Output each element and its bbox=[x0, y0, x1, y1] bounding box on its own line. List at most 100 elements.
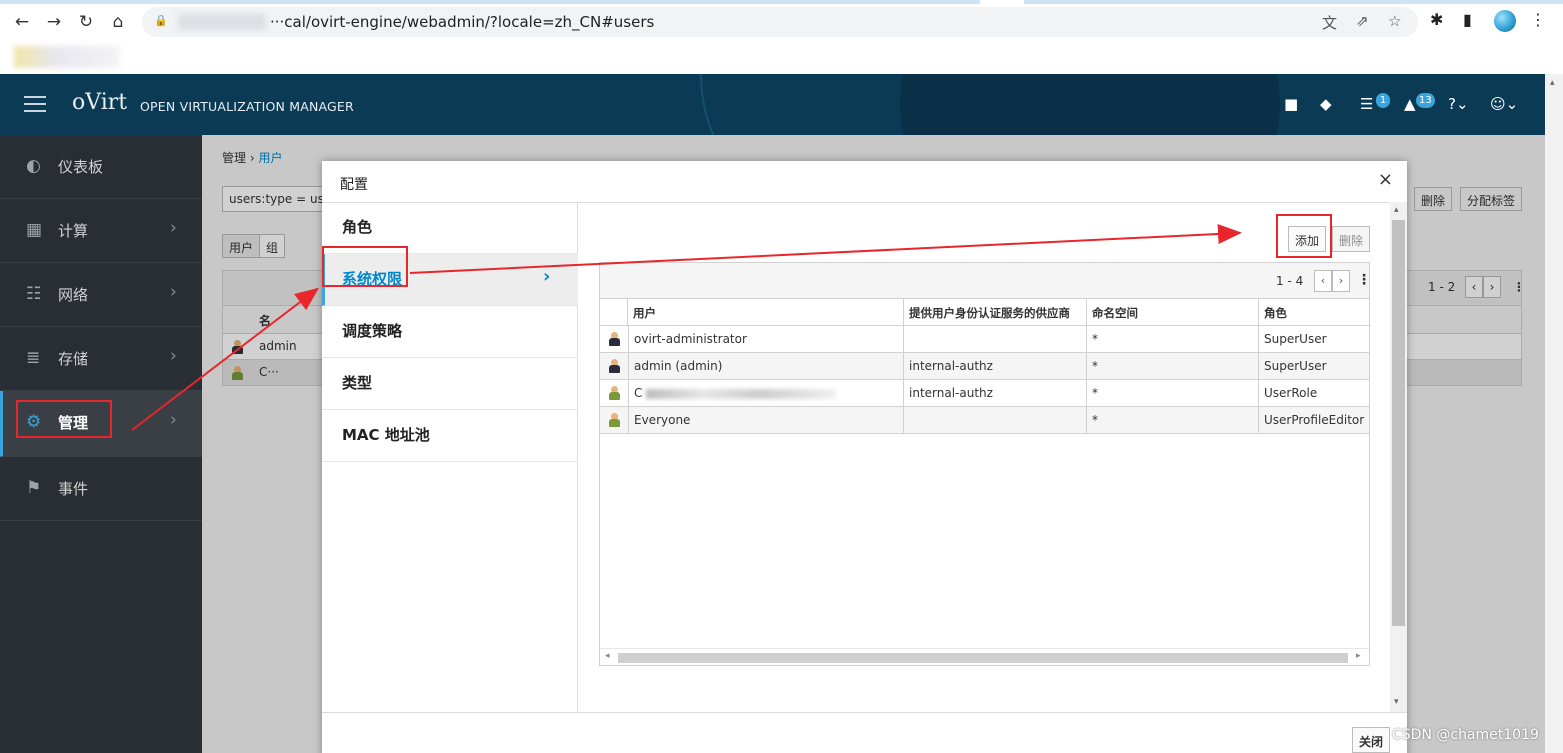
dialog-title: 配置 bbox=[340, 177, 368, 193]
sidebar-item-label: 计算 bbox=[58, 222, 89, 240]
chevron-right-icon: › bbox=[170, 346, 177, 366]
sidebar-item-dashboard[interactable]: ◐ 仪表板 bbox=[0, 135, 202, 199]
sidebar-item-label: 网络 bbox=[58, 286, 89, 304]
cell-role: SuperUser bbox=[1264, 332, 1327, 346]
tag-icon[interactable]: ◆ bbox=[1320, 95, 1332, 113]
pager-menu-icon[interactable]: ⋮ bbox=[1357, 272, 1371, 288]
column-header-role[interactable]: 角色 bbox=[1259, 299, 1369, 325]
close-icon[interactable]: × bbox=[1378, 169, 1393, 190]
network-icon: ☷ bbox=[26, 284, 42, 304]
scroll-left-icon[interactable]: ◂ bbox=[605, 651, 610, 661]
tasks-icon[interactable]: ☰ bbox=[1360, 95, 1373, 113]
icon-column-header bbox=[600, 299, 628, 325]
sidebar-item-events[interactable]: ⚑ 事件 bbox=[0, 457, 202, 521]
flag-icon: ⚑ bbox=[26, 478, 42, 498]
back-icon[interactable]: ← bbox=[10, 10, 34, 34]
header-decoration bbox=[900, 74, 1280, 135]
bookmark-icon[interactable]: ■ bbox=[1284, 95, 1298, 113]
share-icon[interactable]: ⇗ bbox=[1356, 12, 1369, 30]
cell-namespace: * bbox=[1087, 407, 1259, 433]
close-button[interactable]: 关闭 bbox=[1352, 727, 1391, 753]
browser-menu-icon[interactable]: ⋮ bbox=[1530, 10, 1546, 29]
table-row[interactable]: C internal-authz * UserRole bbox=[600, 380, 1369, 407]
table-row[interactable]: Everyone * UserProfileEditor bbox=[600, 407, 1369, 434]
scroll-up-icon[interactable]: ▴ bbox=[1394, 205, 1399, 215]
column-header-namespace[interactable]: 命名空间 bbox=[1087, 299, 1259, 325]
remove-button[interactable]: 删除 bbox=[1332, 226, 1371, 252]
sidebar-item-network[interactable]: ☷ 网络 › bbox=[0, 263, 202, 327]
bell-icon[interactable]: ▲ bbox=[1404, 95, 1416, 113]
table-row[interactable]: ovirt-administrator * SuperUser bbox=[600, 326, 1369, 353]
chevron-right-icon: › bbox=[170, 282, 177, 302]
cell-provider bbox=[904, 326, 1087, 352]
tab-scheduling-policies[interactable]: 调度策略 bbox=[322, 306, 578, 358]
group-user-icon bbox=[608, 413, 620, 427]
pager-next-button[interactable]: › bbox=[1332, 270, 1350, 292]
translate-icon[interactable]: 文 bbox=[1322, 12, 1337, 33]
cell-role: SuperUser bbox=[1264, 359, 1327, 373]
cell-namespace: * bbox=[1087, 380, 1259, 406]
blurred-user-name bbox=[646, 388, 837, 399]
tab-strip bbox=[0, 0, 1563, 4]
help-icon[interactable]: ?⌄ bbox=[1448, 95, 1469, 113]
tab-label: 角色 bbox=[342, 218, 373, 236]
annotation-box-system-permissions bbox=[322, 246, 408, 287]
tab-label: 调度策略 bbox=[342, 322, 403, 340]
dialog-vertical-scrollbar[interactable]: ▴ ▾ bbox=[1390, 202, 1407, 712]
pager-prev-button[interactable]: ‹ bbox=[1314, 270, 1332, 292]
lock-icon[interactable]: 🔒 bbox=[154, 14, 168, 27]
sidebar-item-compute[interactable]: ▦ 计算 › bbox=[0, 199, 202, 263]
cell-user-text: C bbox=[634, 386, 643, 400]
ovirt-logo: oVirt bbox=[72, 90, 128, 115]
app-header: oVirt OPEN VIRTUALIZATION MANAGER ■ ◆ ☰ … bbox=[0, 74, 1545, 135]
permissions-table-header: 用户 提供用户身份认证服务的供应商 命名空间 角色 bbox=[600, 299, 1369, 326]
scrollbar-thumb[interactable] bbox=[1392, 220, 1405, 626]
forward-icon[interactable]: → bbox=[42, 10, 66, 34]
url-text[interactable]: ···cal/ovirt-engine/webadmin/?locale=zh_… bbox=[270, 13, 654, 31]
cell-provider: internal-authz bbox=[904, 380, 1087, 406]
scrollbar-thumb[interactable] bbox=[618, 653, 1348, 663]
chevron-right-icon: › bbox=[170, 410, 177, 430]
chevron-right-icon: › bbox=[543, 266, 551, 287]
scroll-right-icon[interactable]: ▸ bbox=[1356, 651, 1361, 661]
permissions-panel: 添加 删除 1 - 4 ‹ › ⋮ 用户 提供用户身份认证服务的供应商 命名空间… bbox=[578, 202, 1390, 712]
pager-count: 1 - 4 bbox=[1276, 274, 1304, 288]
column-header-provider[interactable]: 提供用户身份认证服务的供应商 bbox=[904, 299, 1087, 325]
user-icon bbox=[608, 386, 620, 400]
home-icon[interactable]: ⌂ bbox=[106, 10, 130, 34]
dashboard-icon: ◐ bbox=[26, 156, 41, 176]
tab-label: MAC 地址池 bbox=[342, 426, 430, 444]
column-header-user[interactable]: 用户 bbox=[628, 299, 904, 325]
sidebar-item-storage[interactable]: ≣ 存储 › bbox=[0, 327, 202, 391]
permissions-table: 1 - 4 ‹ › ⋮ 用户 提供用户身份认证服务的供应商 命名空间 角色 ov… bbox=[599, 262, 1371, 666]
browser-chrome: ← → ↻ ⌂ 🔒 ···cal/ovirt-engine/webadmin/?… bbox=[0, 0, 1563, 74]
user-menu-icon[interactable]: ☺⌄ bbox=[1490, 95, 1518, 113]
hamburger-menu-icon[interactable] bbox=[24, 96, 46, 112]
cell-role: UserRole bbox=[1264, 386, 1318, 400]
tasks-badge: 1 bbox=[1376, 93, 1390, 108]
permissions-pager: 1 - 4 ‹ › ⋮ bbox=[600, 263, 1371, 299]
page-scrollbar[interactable]: ▴ bbox=[1545, 74, 1563, 753]
cell-namespace: * bbox=[1087, 353, 1259, 379]
cell-user: ovirt-administrator bbox=[628, 326, 904, 352]
tab-mac-pools[interactable]: MAC 地址池 bbox=[322, 410, 578, 462]
sidebar-item-label: 存储 bbox=[58, 350, 89, 368]
sidebar-nav: ◐ 仪表板 ▦ 计算 › ☷ 网络 › ≣ 存储 › ⚙ 管理 › ⚑ 事件 bbox=[0, 135, 202, 753]
extensions-icon[interactable]: ✱ bbox=[1430, 10, 1443, 29]
database-icon: ≣ bbox=[26, 348, 41, 368]
table-row[interactable]: admin (admin) internal-authz * SuperUser bbox=[600, 353, 1369, 380]
reload-icon[interactable]: ↻ bbox=[74, 10, 98, 34]
watermark: CSDN @chamet1019 bbox=[1392, 727, 1539, 743]
address-bar[interactable]: 🔒 ···cal/ovirt-engine/webadmin/?locale=z… bbox=[142, 7, 1418, 37]
blurred-host bbox=[178, 14, 266, 30]
tab-label: 类型 bbox=[342, 374, 373, 392]
cell-user: admin (admin) bbox=[628, 353, 904, 379]
tab-instance-types[interactable]: 类型 bbox=[322, 358, 578, 410]
profile-globe-icon[interactable] bbox=[1494, 10, 1516, 32]
horizontal-scrollbar[interactable]: ◂ ▸ bbox=[600, 648, 1369, 665]
scroll-down-icon[interactable]: ▾ bbox=[1394, 697, 1399, 707]
side-panel-icon[interactable]: ▮ bbox=[1463, 10, 1472, 29]
star-icon[interactable]: ☆ bbox=[1388, 12, 1401, 30]
scroll-up-icon[interactable]: ▴ bbox=[1550, 78, 1555, 88]
blurred-bookmarks bbox=[14, 46, 120, 68]
